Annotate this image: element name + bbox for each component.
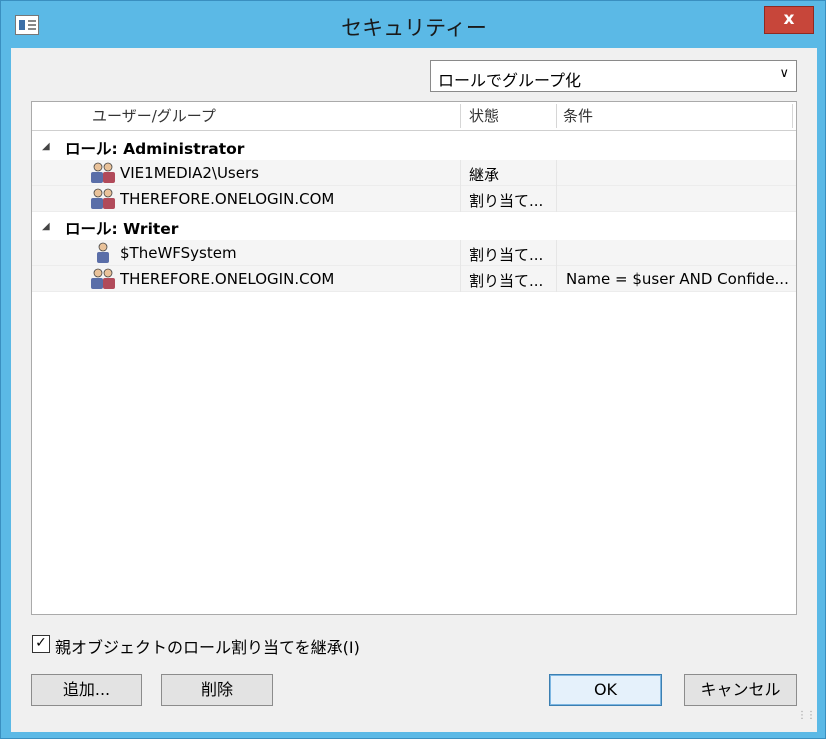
cell-divider [460,266,461,292]
group-by-value: ロールでグループ化 [438,71,582,90]
user-icon [97,242,109,263]
column-divider[interactable] [792,104,793,128]
cell-divider [556,266,557,292]
cell-divider [556,240,557,266]
column-divider[interactable] [460,104,461,128]
list-item[interactable]: THEREFORE.ONELOGIN.COM 割り当て... [32,186,796,212]
cell-divider [556,160,557,186]
user-group-icon [91,268,115,289]
user-name: VIE1MEDIA2\Users [120,164,259,182]
close-button[interactable]: x [764,6,814,34]
user-name: THEREFORE.ONELOGIN.COM [120,270,335,288]
list-item[interactable]: THEREFORE.ONELOGIN.COM 割り当て... Name = $u… [32,266,796,292]
group-label: ロール: Administrator [65,140,245,158]
inherit-checkbox[interactable]: ✓ [32,635,50,653]
cell-divider [556,186,557,212]
column-header-state[interactable]: 状態 [469,102,499,130]
cell-divider [460,160,461,186]
assignment-state: 割り当て... [469,272,544,290]
user-name: $TheWFSystem [120,244,237,262]
delete-button[interactable]: 削除 [161,674,273,706]
group-label: ロール: Writer [65,220,179,238]
column-divider[interactable] [556,104,557,128]
inherit-checkbox-label[interactable]: 親オブジェクトのロール割り当てを継承(I) [55,634,360,658]
group-row-administrator[interactable]: ◢ ロール: Administrator [32,134,796,160]
group-row-writer[interactable]: ◢ ロール: Writer [32,214,796,240]
column-header-condition[interactable]: 条件 [563,102,593,130]
user-group-icon [91,188,115,209]
group-by-dropdown[interactable]: ロールでグループ化 ∨ [430,60,797,92]
title-bar[interactable]: セキュリティー x [1,1,826,51]
cell-divider [460,240,461,266]
ok-button[interactable]: OK [549,674,662,706]
list-header: ユーザー/グループ 状態 条件 [32,102,796,131]
dialog-body: ロールでグループ化 ∨ ユーザー/グループ 状態 条件 ◢ ロール: Admin… [11,48,817,732]
resize-grip-icon[interactable]: ⋮⋮ [797,710,816,721]
list-item[interactable]: VIE1MEDIA2\Users 継承 [32,160,796,186]
column-header-user-group[interactable]: ユーザー/グループ [92,102,216,130]
collapse-triangle-icon[interactable]: ◢ [42,221,50,232]
list-item[interactable]: $TheWFSystem 割り当て... [32,240,796,266]
chevron-down-icon: ∨ [779,66,789,81]
cancel-button[interactable]: キャンセル [684,674,797,706]
collapse-triangle-icon[interactable]: ◢ [42,141,50,152]
assignment-state: 割り当て... [469,192,544,210]
user-group-icon [91,162,115,183]
security-list[interactable]: ユーザー/グループ 状態 条件 ◢ ロール: Administrator VIE… [31,101,797,615]
assignment-state: 割り当て... [469,246,544,264]
add-button[interactable]: 追加... [31,674,142,706]
window-title: セキュリティー [341,16,487,40]
assignment-state: 継承 [469,166,500,184]
user-name: THEREFORE.ONELOGIN.COM [120,190,335,208]
condition: Name = $user AND Confide... [566,270,789,288]
security-dialog: セキュリティー x ロールでグループ化 ∨ ユーザー/グループ 状態 条件 ◢ … [0,0,826,739]
cell-divider [460,186,461,212]
